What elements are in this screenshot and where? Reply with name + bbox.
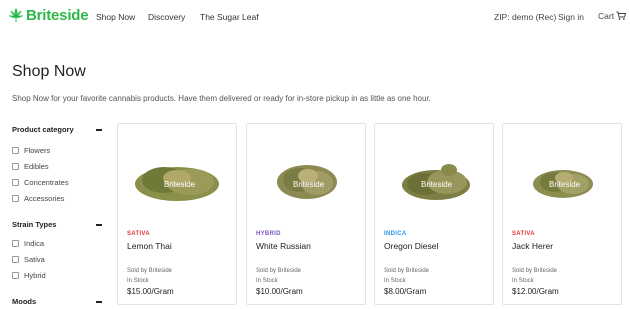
seller-text: Sold by Briteside [256,268,302,274]
cannabis-bud-image: Briteside [533,170,593,198]
product-name[interactable]: Oregon Diesel [384,241,438,251]
filter-option-indica[interactable]: Indica [12,239,44,248]
product-image[interactable]: Briteside [509,140,615,220]
zip-selector[interactable]: ZIP: demo (Rec) [494,12,556,22]
stock-status: In Stock [512,278,534,284]
brand-logo[interactable]: Briteside [8,7,89,24]
filter-option-sativa[interactable]: Sativa [12,255,45,264]
product-image[interactable]: Briteside [253,140,359,220]
strain-label: SATIVA [127,231,150,237]
filter-heading-moods: Moods [12,297,37,306]
filter-heading-strain-types: Strain Types [12,220,57,229]
seller-text: Sold by Briteside [127,268,173,274]
collapse-moods-icon[interactable] [96,301,102,303]
product-name[interactable]: White Russian [256,241,311,251]
watermark-text: Briteside [421,180,453,189]
product-price: $12.00/Gram [512,287,559,296]
cannabis-bud-image: Briteside [135,167,219,201]
product-card[interactable]: Briteside HYBRID White Russian Sold by B… [246,123,366,305]
filter-option-accessories[interactable]: Accessories [12,194,64,203]
nav-discovery[interactable]: Discovery [148,12,185,22]
strain-label: INDICA [384,231,407,237]
product-price: $10.00/Gram [256,287,303,296]
brand-name: Briteside [26,7,89,24]
watermark-text: Briteside [549,180,581,189]
collapse-strain-types-icon[interactable] [96,224,102,226]
seller-text: Sold by Briteside [512,268,558,274]
sign-in-link[interactable]: Sign in [558,12,584,22]
product-image[interactable]: Briteside [381,140,487,220]
seller-text: Sold by Briteside [384,268,430,274]
page-title: Shop Now [12,63,86,80]
checkbox[interactable] [12,179,19,186]
stock-status: In Stock [127,278,149,284]
product-price: $15.00/Gram [127,287,174,296]
cart-label: Cart [598,11,615,21]
product-name[interactable]: Lemon Thai [127,241,172,251]
cannabis-bud-image: Briteside [277,165,337,199]
checkbox[interactable] [12,195,19,202]
filter-option-concentrates[interactable]: Concentrates [12,178,69,187]
filter-option-edibles[interactable]: Edibles [12,162,49,171]
collapse-product-category-icon[interactable] [96,129,102,131]
checkbox[interactable] [12,240,19,247]
product-image[interactable]: Briteside [124,140,230,220]
stock-status: In Stock [256,278,278,284]
filter-heading-product-category: Product category [12,125,74,134]
nav-sugar-leaf[interactable]: The Sugar Leaf [200,12,259,22]
cart-button[interactable]: Cart [598,11,627,21]
checkbox[interactable] [12,163,19,170]
product-card[interactable]: Briteside INDICA Oregon Diesel Sold by B… [374,123,494,305]
filter-option-hybrid[interactable]: Hybrid [12,271,46,280]
checkbox[interactable] [12,256,19,263]
watermark-text: Briteside [293,180,325,189]
top-header: Briteside Shop Now Discovery The Sugar L… [0,0,630,34]
product-card[interactable]: Briteside SATIVA Jack Herer Sold by Brit… [502,123,622,305]
product-price: $8.00/Gram [384,287,427,296]
page-description: Shop Now for your favorite cannabis prod… [12,94,431,103]
shopping-cart-icon [616,11,627,20]
strain-label: SATIVA [512,231,535,237]
nav-shop-now[interactable]: Shop Now [96,12,135,22]
filter-option-flowers[interactable]: Flowers [12,146,50,155]
strain-label: HYBRID [256,231,281,237]
product-name[interactable]: Jack Herer [512,241,553,251]
product-card[interactable]: Briteside SATIVA Lemon Thai Sold by Brit… [117,123,237,305]
cannabis-bud-image: Briteside [402,164,470,200]
checkbox[interactable] [12,147,19,154]
checkbox[interactable] [12,272,19,279]
cannabis-leaf-icon [8,7,24,22]
watermark-text: Briteside [164,180,196,189]
stock-status: In Stock [384,278,406,284]
